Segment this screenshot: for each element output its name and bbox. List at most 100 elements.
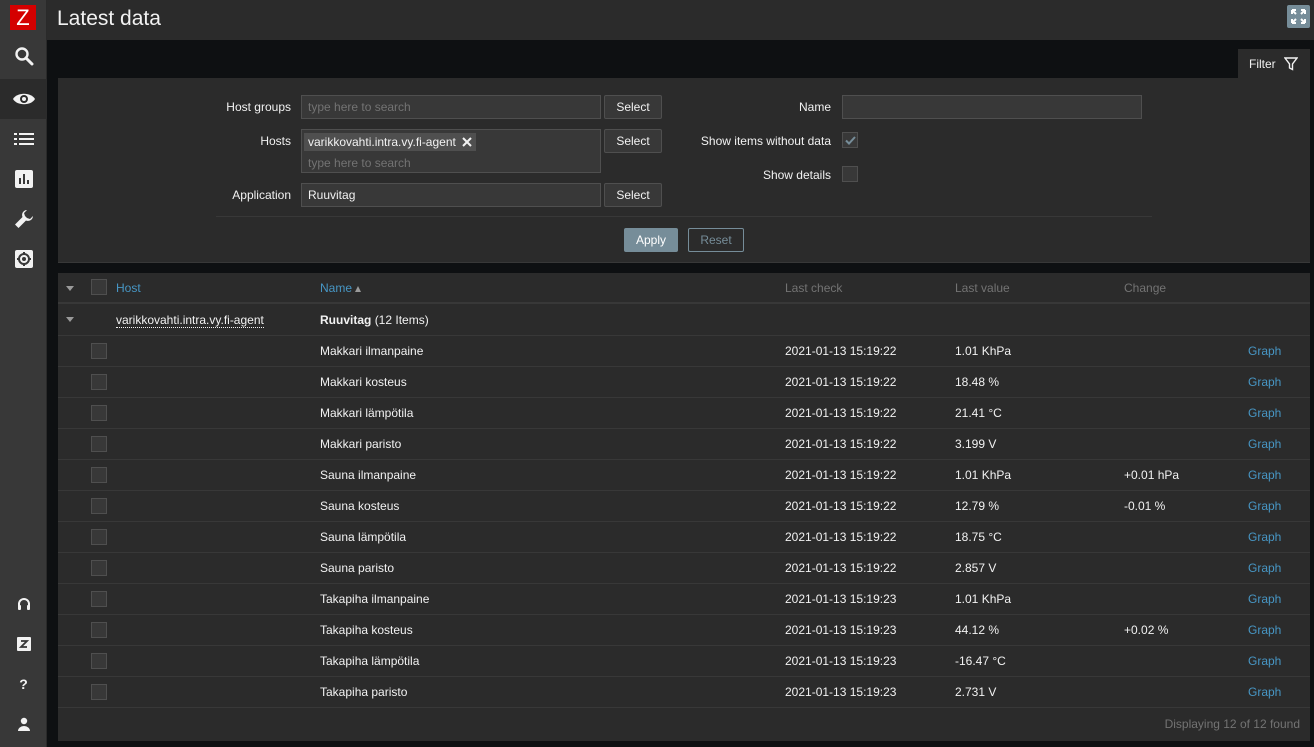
logo-letter: Z — [16, 4, 30, 30]
row-checkbox[interactable] — [91, 591, 107, 607]
graph-link[interactable]: Graph — [1248, 468, 1281, 482]
close-icon[interactable] — [462, 137, 472, 147]
item-name: Takapiha ilmanpaine — [320, 592, 430, 606]
item-last-check: 2021-01-13 15:19:23 — [785, 654, 897, 668]
wrench-icon[interactable] — [0, 199, 47, 239]
row-checkbox[interactable] — [91, 405, 107, 421]
filter-icon — [1283, 56, 1298, 71]
apply-button[interactable]: Apply — [624, 228, 678, 252]
gear-icon[interactable] — [0, 239, 47, 279]
item-last-check: 2021-01-13 15:19:22 — [785, 375, 897, 389]
column-host[interactable]: Host — [116, 281, 141, 295]
hosts-select-button[interactable]: Select — [604, 129, 662, 153]
item-last-check: 2021-01-13 15:19:22 — [785, 499, 897, 513]
column-name[interactable]: Name — [320, 281, 362, 295]
graph-link[interactable]: Graph — [1248, 344, 1281, 358]
item-last-value: 1.01 KhPa — [955, 344, 1012, 358]
graph-link[interactable]: Graph — [1248, 499, 1281, 513]
item-name: Makkari lämpötila — [320, 406, 414, 420]
item-name: Makkari kosteus — [320, 375, 407, 389]
collapse-group-caret-icon[interactable] — [66, 317, 74, 322]
row-checkbox[interactable] — [91, 436, 107, 452]
column-last-check: Last check — [785, 281, 843, 295]
column-name-label: Name — [320, 281, 353, 295]
graph-link[interactable]: Graph — [1248, 592, 1281, 606]
graph-link[interactable]: Graph — [1248, 623, 1281, 637]
row-checkbox[interactable] — [91, 622, 107, 638]
row-checkbox[interactable] — [91, 498, 107, 514]
show-items-without-data-checkbox[interactable] — [842, 132, 858, 148]
row-checkbox[interactable] — [91, 560, 107, 576]
row-checkbox[interactable] — [91, 374, 107, 390]
item-last-value: 1.01 KhPa — [955, 468, 1012, 482]
table-row: Sauna lämpötila 2021-01-13 15:19:22 18.75 … — [58, 522, 1310, 553]
show-details-checkbox[interactable] — [842, 166, 858, 182]
row-checkbox[interactable] — [91, 653, 107, 669]
host-chip: varikkovahti.intra.vy.fi-agent — [304, 133, 476, 151]
item-name: Takapiha lämpötila — [320, 654, 420, 668]
graph-link[interactable]: Graph — [1248, 654, 1281, 668]
select-all-checkbox[interactable] — [91, 279, 107, 295]
application-input[interactable]: Ruuvitag — [301, 183, 601, 207]
hosts-input[interactable]: varikkovahti.intra.vy.fi-agent type here… — [301, 129, 601, 173]
item-last-check: 2021-01-13 15:19:23 — [785, 685, 897, 699]
item-name: Takapiha kosteus — [320, 623, 413, 637]
group-item-count: (12 Items) — [374, 313, 429, 327]
application-label: Application — [232, 188, 291, 202]
help-icon[interactable]: ? — [0, 664, 47, 704]
headset-icon[interactable] — [0, 584, 47, 624]
fullscreen-button[interactable] — [1287, 5, 1310, 28]
zabbix-share-icon[interactable] — [0, 624, 47, 664]
bar-chart-icon[interactable] — [0, 159, 47, 199]
graph-link[interactable]: Graph — [1248, 406, 1281, 420]
eye-icon[interactable] — [0, 79, 47, 119]
row-checkbox[interactable] — [91, 529, 107, 545]
graph-link[interactable]: Graph — [1248, 375, 1281, 389]
item-name: Sauna kosteus — [320, 499, 400, 513]
group-host[interactable]: varikkovahti.intra.vy.fi-agent — [116, 313, 264, 328]
name-input[interactable] — [842, 95, 1142, 119]
item-last-value: 2.731 V — [955, 685, 997, 699]
reset-button[interactable]: Reset — [688, 228, 744, 252]
item-name: Sauna ilmanpaine — [320, 468, 417, 482]
help-label: ? — [19, 676, 28, 692]
table-row: Sauna paristo 2021-01-13 15:19:22 2.857 V G… — [58, 553, 1310, 584]
row-checkbox[interactable] — [91, 343, 107, 359]
row-checkbox[interactable] — [91, 684, 107, 700]
host-groups-select-button[interactable]: Select — [604, 95, 662, 119]
hosts-label: Hosts — [260, 134, 291, 148]
item-name: Sauna lämpötila — [320, 530, 407, 544]
filter-tab[interactable]: Filter — [1238, 49, 1310, 78]
host-chip-label: varikkovahti.intra.vy.fi-agent — [308, 135, 456, 149]
list-icon[interactable] — [0, 119, 47, 159]
item-last-value: 1.01 KhPa — [955, 592, 1012, 606]
host-groups-input[interactable]: type here to search — [301, 95, 601, 119]
application-select-button[interactable]: Select — [604, 183, 662, 207]
graph-link[interactable]: Graph — [1248, 530, 1281, 544]
graph-link[interactable]: Graph — [1248, 437, 1281, 451]
item-last-value: -16.47 °C — [955, 654, 1006, 668]
graph-link[interactable]: Graph — [1248, 685, 1281, 699]
search-icon[interactable] — [0, 36, 47, 76]
table-row: Takapiha paristo 2021-01-13 15:19:23 2.731… — [58, 677, 1310, 708]
table-row: Sauna ilmanpaine 2021-01-13 15:19:22 1.01 … — [58, 460, 1310, 491]
item-change: -0.01 % — [1124, 499, 1166, 513]
item-change: +0.02 % — [1124, 623, 1169, 637]
group-host-link[interactable]: varikkovahti.intra.vy.fi-agent — [116, 313, 264, 328]
item-last-check: 2021-01-13 15:19:22 — [785, 344, 897, 358]
row-checkbox[interactable] — [91, 467, 107, 483]
item-name: Sauna paristo — [320, 561, 395, 575]
group-application: Ruuvitag (12 Items) — [320, 313, 429, 327]
zabbix-logo[interactable]: Z — [10, 5, 36, 30]
collapse-all-caret-icon[interactable] — [66, 286, 74, 291]
graph-link[interactable]: Graph — [1248, 561, 1281, 575]
user-icon[interactable] — [0, 704, 47, 744]
page-header: Latest data — [47, 0, 1314, 40]
table-row: Makkari paristo 2021-01-13 15:19:22 3.199 … — [58, 429, 1310, 460]
sort-asc-icon — [355, 285, 362, 292]
item-last-check: 2021-01-13 15:19:22 — [785, 561, 897, 575]
checkmark-icon — [844, 135, 856, 145]
table-row: Takapiha ilmanpaine 2021-01-13 15:19:23 1.… — [58, 584, 1310, 615]
item-last-check: 2021-01-13 15:19:22 — [785, 468, 897, 482]
column-change: Change — [1124, 281, 1167, 295]
